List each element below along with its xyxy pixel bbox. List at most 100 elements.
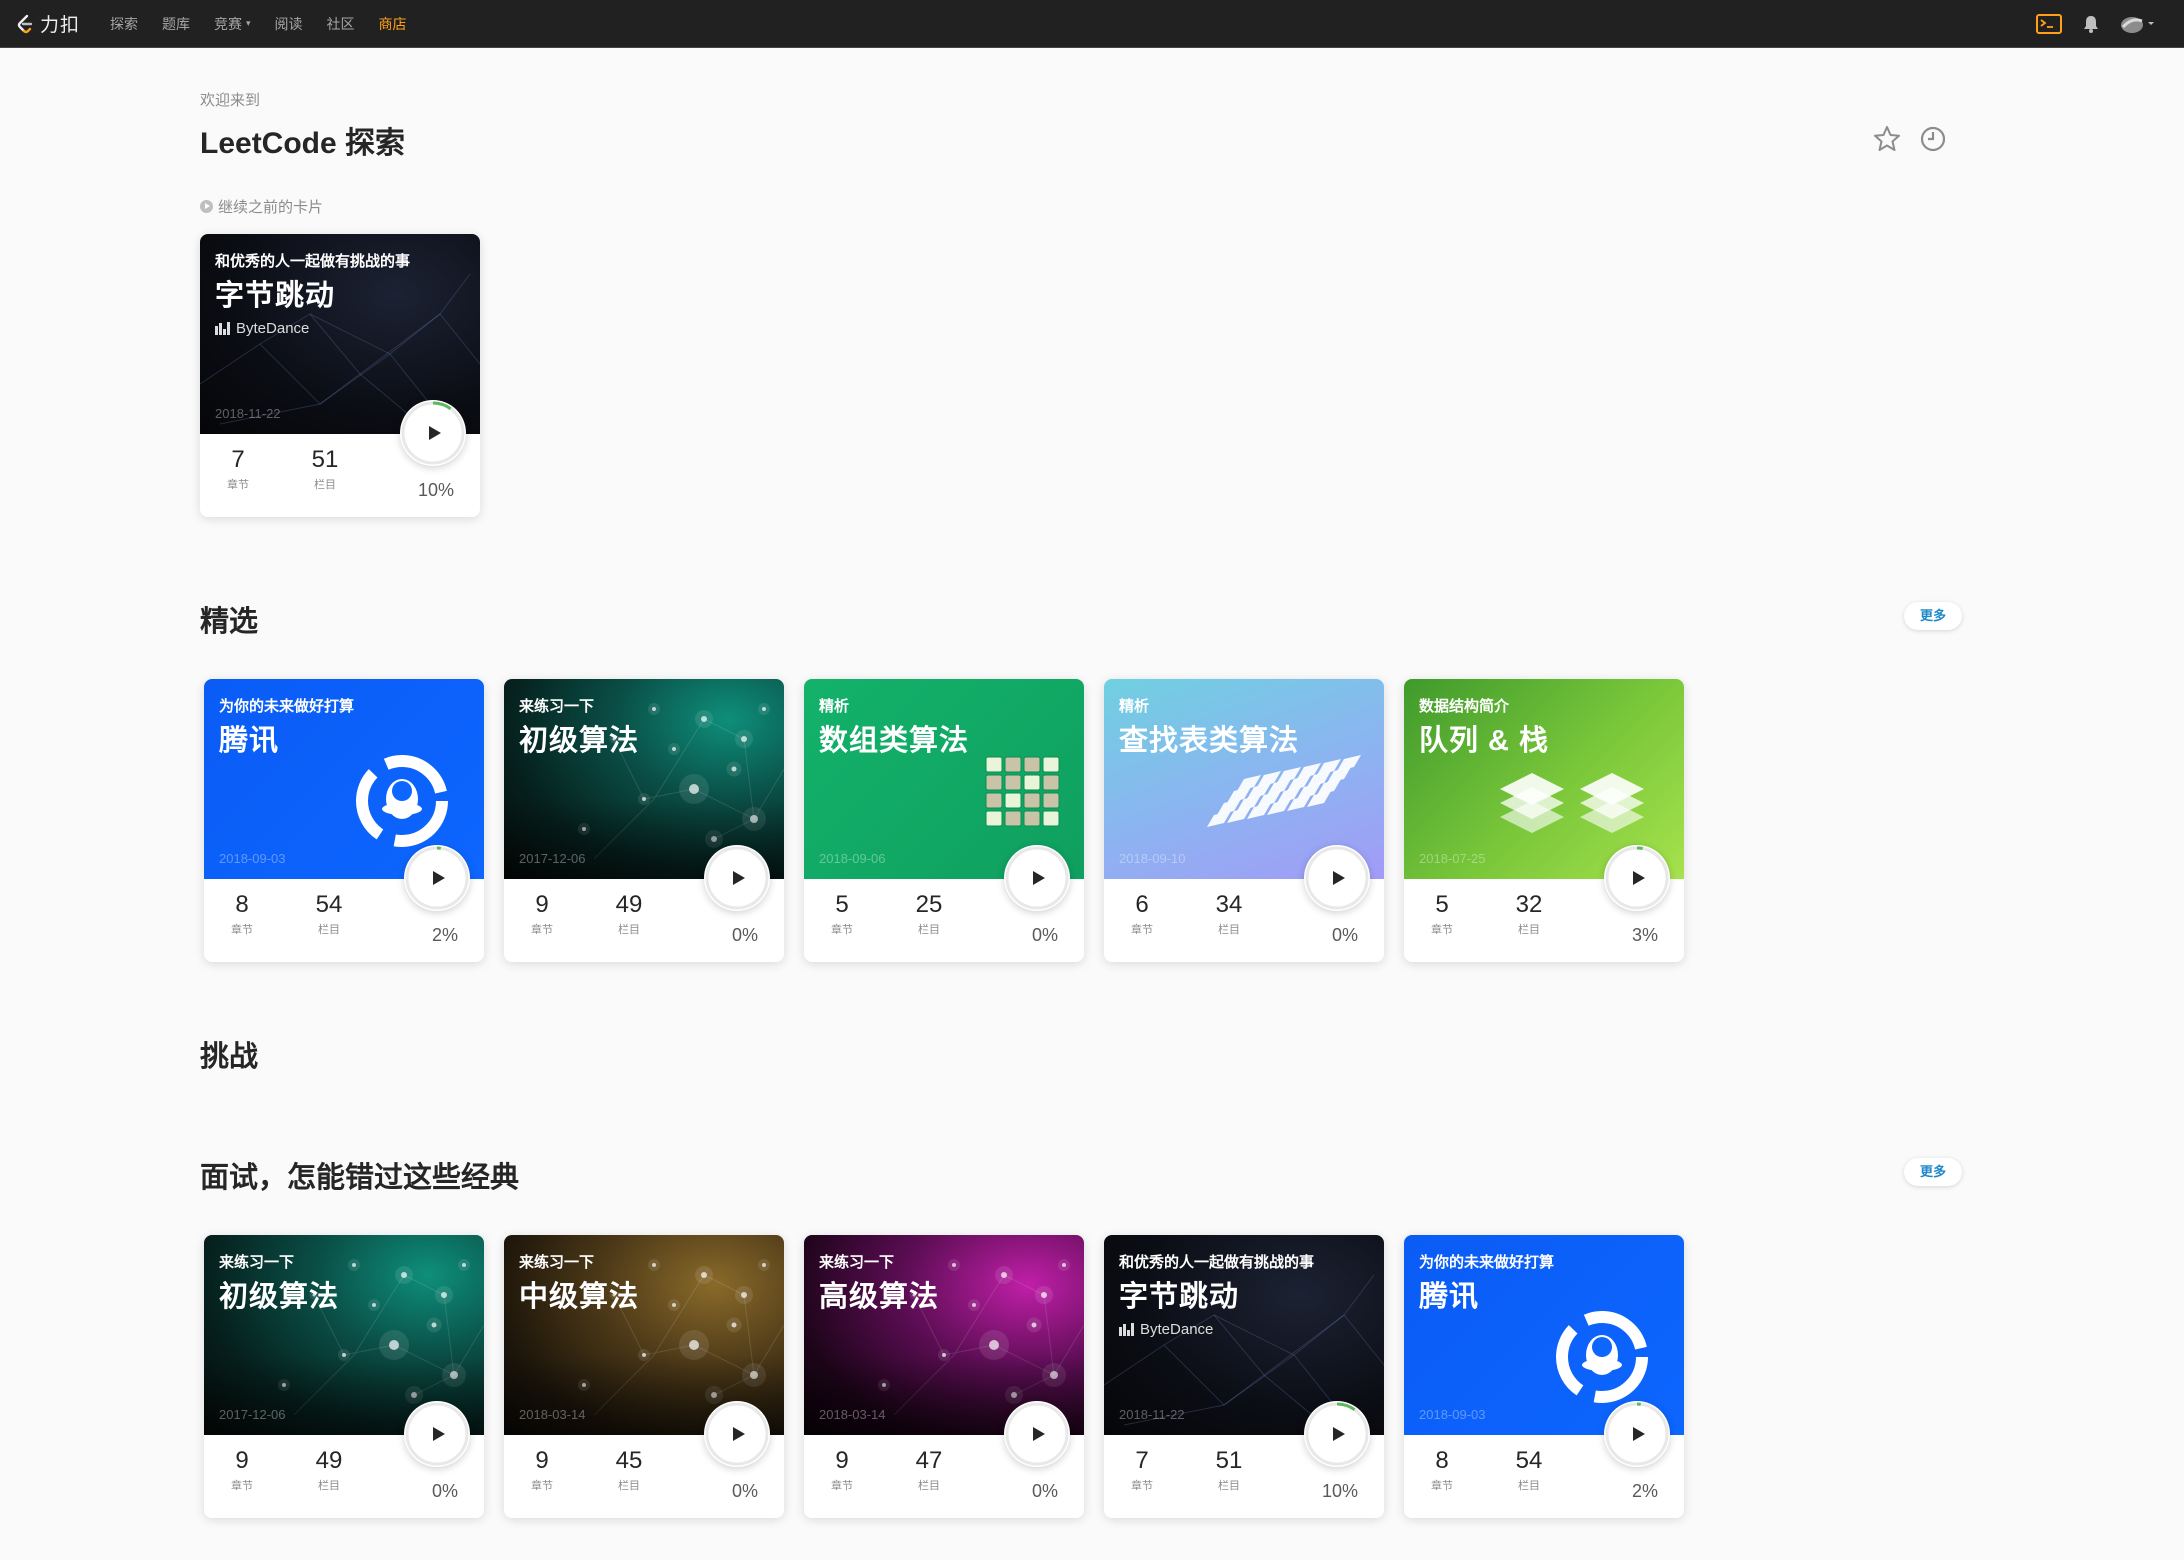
stat-chapters: 9 章节 [512,891,572,937]
stat-number: 25 [915,891,943,918]
more-button[interactable]: 更多 [1904,1158,1962,1186]
history-icon[interactable] [1918,124,1948,154]
stat-number: 9 [235,1447,249,1474]
progress-percent: 0% [1031,925,1058,945]
play-icon [1633,1427,1645,1441]
nav-item-label: 竞赛 [214,15,243,32]
logo[interactable]: 力扣 [14,0,80,48]
play-button[interactable] [704,1401,770,1467]
card-subtitle: 精析 [819,698,850,715]
stat-number: 8 [235,891,249,918]
card-subtitle: 来练习一下 [219,1254,295,1271]
brand-text: ByteDance [236,320,310,337]
stat-label: 栏目 [318,924,340,936]
course-card[interactable]: 来练习一下 初级算法 2017-12-06 9 章节 49 栏目 0% [504,679,784,962]
progress-percent: 0% [731,1481,758,1501]
more-button[interactable]: 更多 [1904,602,1962,630]
progress-percent: 10% [417,480,454,500]
stat-chapters: 7 章节 [208,446,268,492]
play-button[interactable] [1004,1401,1070,1467]
logo-text: 力扣 [40,15,81,36]
leetcode-logo-icon [14,13,36,35]
course-card[interactable]: 为你的未来做好打算 腾讯 2018-09-03 8 章节 54 栏目 2% [204,679,484,962]
card-date: 2017-12-06 [519,851,586,866]
play-button[interactable] [400,400,466,466]
stat-number: 5 [1435,891,1449,918]
stat-number: 54 [1515,1447,1543,1474]
continue-label-text: 继续之前的卡片 [218,199,324,216]
course-card[interactable]: 和优秀的人一起做有挑战的事 字节跳动 ByteDance 2018-11-22 7 章节 5… [200,234,480,517]
stat-label: 栏目 [318,1480,340,1492]
card-date: 2018-03-14 [819,1407,886,1422]
card-date: 2017-12-06 [219,1407,286,1422]
play-icon [733,871,745,885]
course-card[interactable]: 来练习一下 中级算法 2018-03-14 9 章节 45 栏目 0% [504,1235,784,1518]
progress-percent: 0% [731,925,758,945]
stat-number: 9 [535,891,549,918]
play-button[interactable] [404,845,470,911]
nav-item-5[interactable]: 商店 [379,14,407,34]
stat-label: 章节 [1431,924,1453,936]
nav-item-0[interactable]: 探索 [110,14,138,34]
nav-right-tools [2016,0,2156,48]
course-card[interactable]: 为你的未来做好打算 腾讯 2018-09-03 8 章节 54 栏目 2% [1404,1235,1684,1518]
card-subtitle: 来练习一下 [519,698,595,715]
stat-items: 45 栏目 [599,1447,659,1493]
stat-chapters: 8 章节 [1412,1447,1472,1493]
nav-item-2[interactable]: 竞赛 ▾ [214,14,251,34]
bytedance-logo-icon [1119,1323,1135,1336]
stat-label: 章节 [1131,924,1153,936]
stat-number: 49 [615,891,643,918]
play-button[interactable] [704,845,770,911]
course-card[interactable]: 数据结构简介 队列 & 栈 2018-07-25 5 章节 32 栏目 3% [1404,679,1684,962]
stat-items: 54 栏目 [1499,1447,1559,1493]
card-title: 腾讯 [1419,1281,1480,1313]
avatar-icon[interactable] [2120,13,2156,35]
nav-item-label: 题库 [162,15,191,32]
nav-menu: 探索 题库 竞赛 ▾ 阅读 社区 商店 [110,0,431,48]
play-icon [733,1427,745,1441]
play-button[interactable] [1604,845,1670,911]
play-button[interactable] [1304,845,1370,911]
card-title: 高级算法 [819,1281,940,1313]
bell-icon[interactable] [2082,14,2100,34]
card-date: 2018-07-25 [1419,851,1486,866]
stat-items: 34 栏目 [1199,891,1259,937]
progress-percent: 0% [1331,925,1358,945]
nav-item-4[interactable]: 社区 [327,14,355,34]
course-card[interactable]: 来练习一下 高级算法 2018-03-14 9 章节 47 栏目 0% [804,1235,1084,1518]
stat-number: 49 [315,1447,343,1474]
play-button[interactable] [1604,1401,1670,1467]
course-card[interactable]: 精析 查找表类算法 2018-09-10 6 章节 34 栏目 0% [1104,679,1384,962]
stat-chapters: 5 章节 [1412,891,1472,937]
bytedance-logo-icon [215,322,231,335]
stat-items: 49 栏目 [299,1447,359,1493]
play-icon [429,426,441,440]
card-date: 2018-09-10 [1119,851,1186,866]
nav-item-1[interactable]: 题库 [162,14,190,34]
play-button[interactable] [1304,1401,1370,1467]
section-title: 挑战 [200,1041,259,1073]
play-icon [1333,1427,1345,1441]
stat-items: 49 栏目 [599,891,659,937]
play-button[interactable] [404,1401,470,1467]
terminal-icon[interactable] [2036,14,2062,34]
stat-chapters: 9 章节 [812,1447,872,1493]
stat-label: 章节 [531,1480,553,1492]
card-subtitle: 来练习一下 [519,1254,595,1271]
stat-number: 7 [1135,1447,1149,1474]
nav-item-3[interactable]: 阅读 [275,14,303,34]
card-date: 2018-03-14 [519,1407,586,1422]
progress-percent: 3% [1631,925,1658,945]
stat-number: 6 [1135,891,1149,918]
play-button[interactable] [1004,845,1070,911]
course-card[interactable]: 和优秀的人一起做有挑战的事 字节跳动 ByteDance 2018-11-22 7 章节 5… [1104,1235,1384,1518]
stat-number: 8 [1435,1447,1449,1474]
course-card[interactable]: 精析 数组类算法 2018-09-06 5 章节 25 栏目 0% [804,679,1084,962]
progress-percent: 0% [431,1481,458,1501]
star-icon[interactable] [1872,124,1902,154]
play-icon [1633,871,1645,885]
stat-label: 章节 [1431,1480,1453,1492]
course-card[interactable]: 来练习一下 初级算法 2017-12-06 9 章节 49 栏目 0% [204,1235,484,1518]
card-title: 中级算法 [519,1281,640,1313]
